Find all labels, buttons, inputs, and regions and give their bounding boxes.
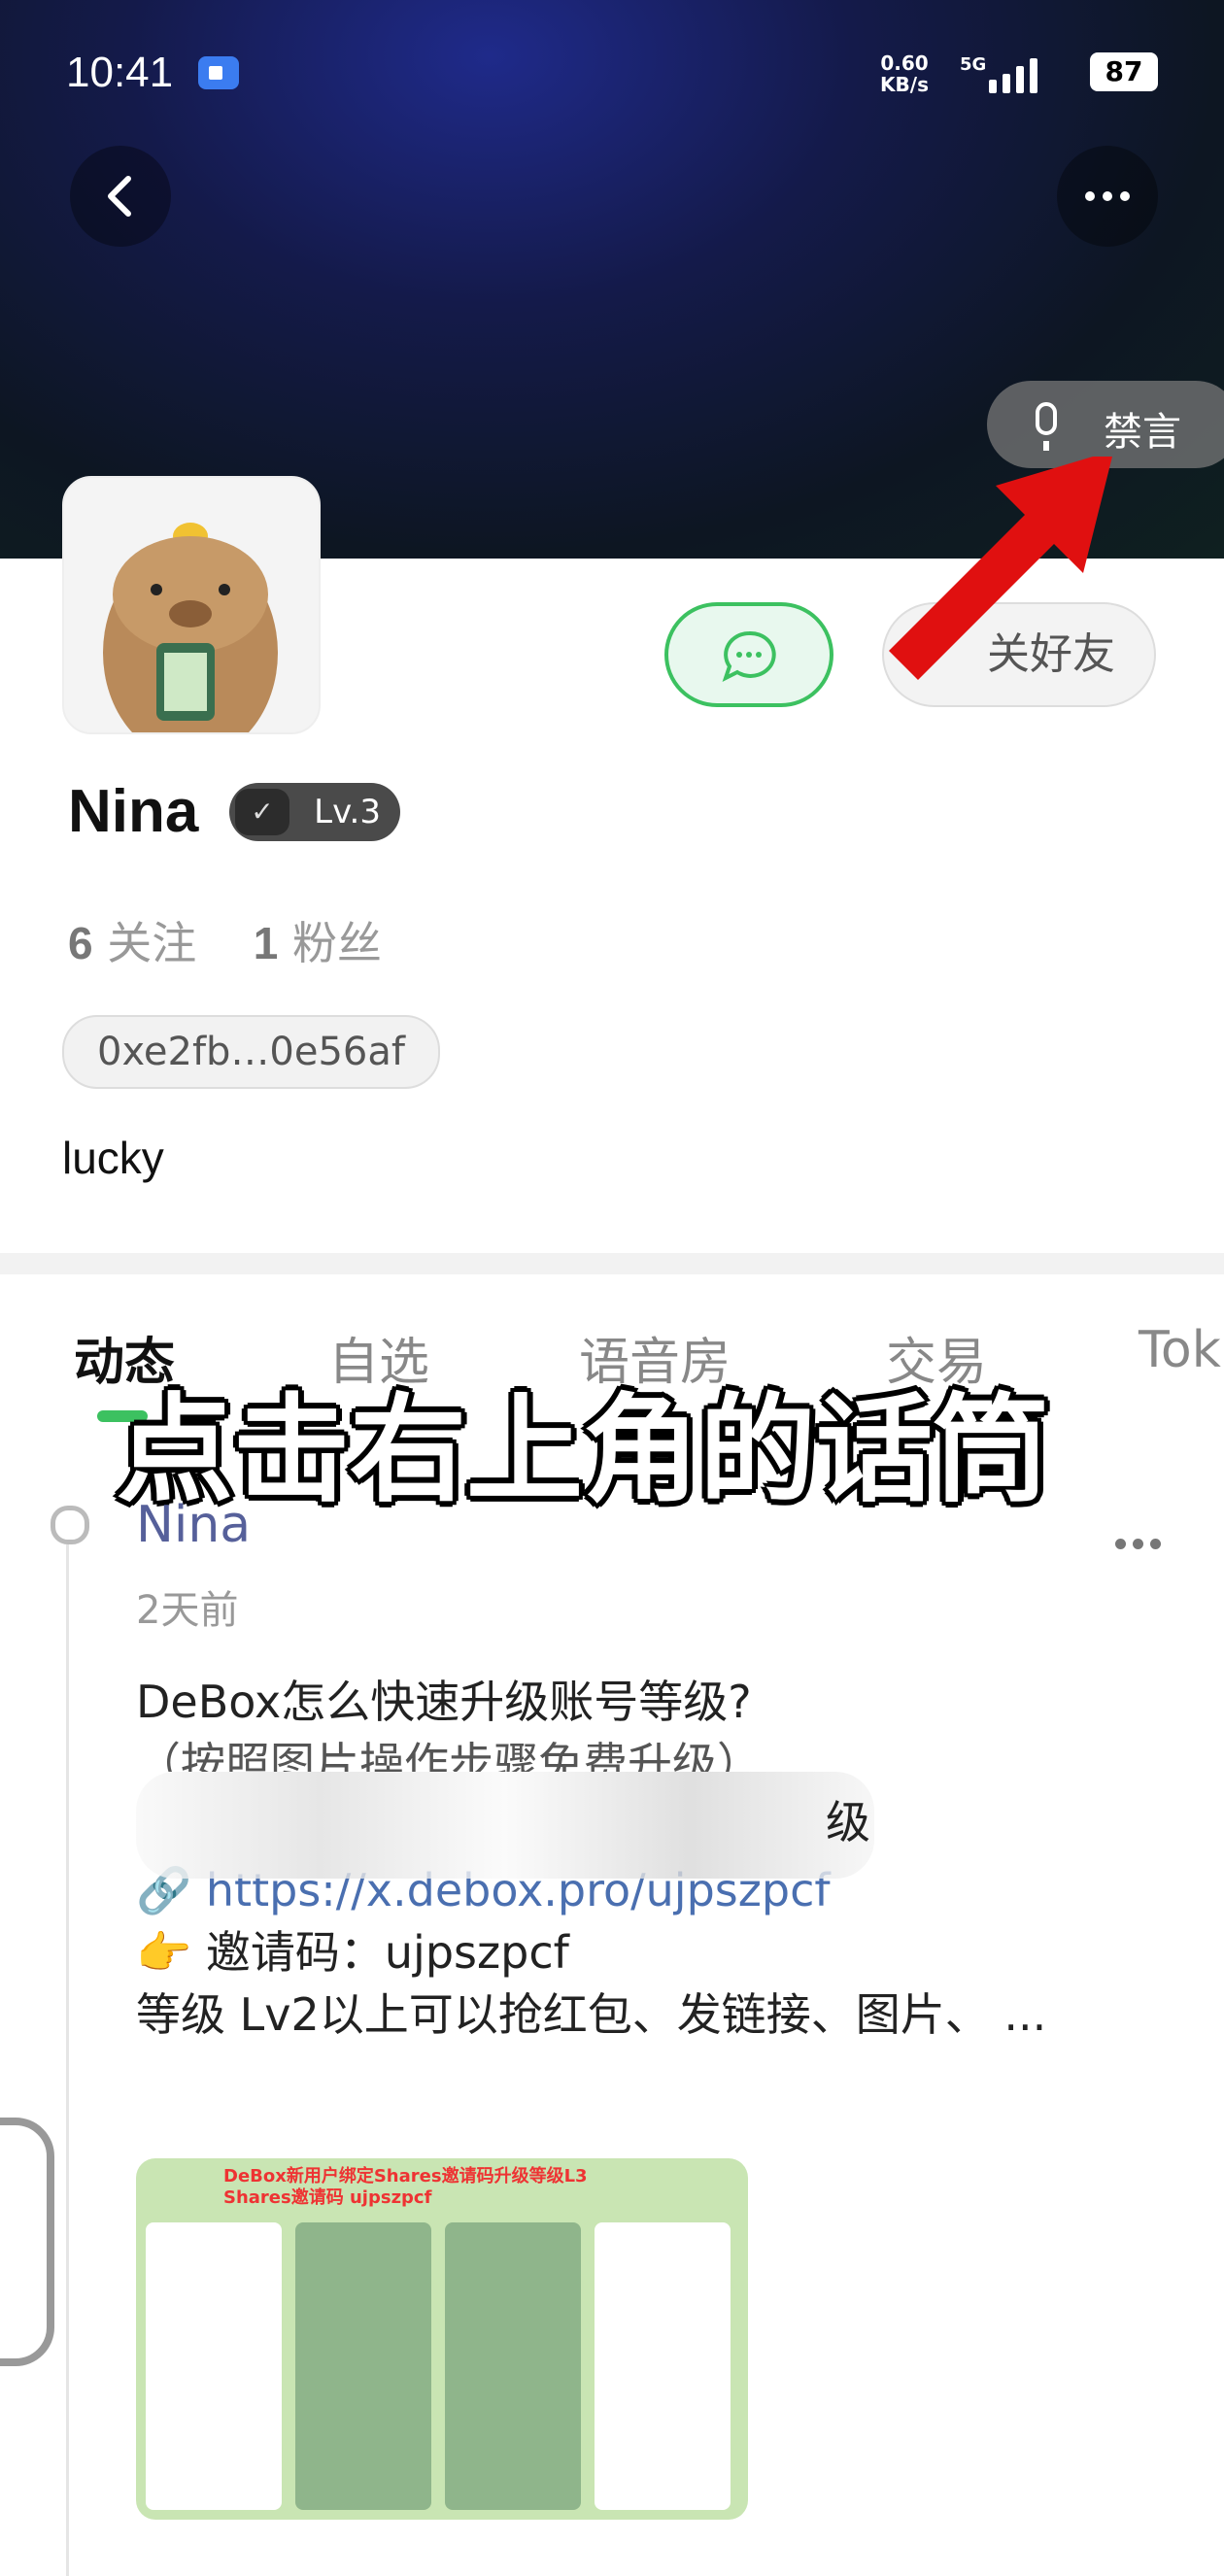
more-button[interactable] bbox=[1057, 146, 1158, 247]
video-camera-icon bbox=[198, 56, 239, 89]
image-phone-2 bbox=[295, 2222, 431, 2510]
profile-name: Nina bbox=[68, 778, 199, 845]
post-line-5: 等级 Lv2以上可以抢红包、发链接、图片、 ... bbox=[136, 1988, 1047, 2041]
blur-overlay bbox=[136, 1772, 874, 1879]
following-label[interactable]: 关注 bbox=[107, 917, 196, 969]
signal-icon: 5G bbox=[960, 54, 1041, 93]
wallet-address[interactable]: 0xe2fb…0e56af bbox=[62, 1015, 440, 1089]
avatar[interactable] bbox=[62, 476, 321, 734]
message-button[interactable] bbox=[664, 602, 833, 707]
image-phone-3 bbox=[445, 2222, 581, 2510]
decorative-swoosh bbox=[0, 2118, 54, 2366]
level-shield-icon: ✓ bbox=[235, 789, 289, 835]
follow-stats: 6 关注 1 粉丝 bbox=[68, 908, 382, 972]
point-icon: 👉 bbox=[136, 1926, 192, 1979]
battery-indicator: 87 bbox=[1090, 52, 1158, 91]
capybara-avatar-image bbox=[103, 523, 278, 732]
level-badge: ✓ Lv.3 bbox=[229, 783, 400, 841]
image-phone-4 bbox=[595, 2222, 731, 2510]
chat-icon bbox=[722, 630, 776, 682]
followers-count[interactable]: 1 bbox=[254, 918, 279, 968]
post-body[interactable]: DeBox怎么快速升级账号等级? （按照图片操作步骤免费升级） 级 🔗 http… bbox=[136, 1671, 1185, 2046]
network-speed: 0.60 KB/s bbox=[880, 51, 929, 96]
status-bar: 10:41 0.60 KB/s 5G 87 bbox=[66, 49, 1158, 107]
post-line-title: DeBox怎么快速升级账号等级? bbox=[136, 1676, 752, 1728]
post-invite-line: 👉 邀请码：ujpszpcf bbox=[136, 1926, 569, 1979]
following-count[interactable]: 6 bbox=[68, 918, 93, 968]
followers-label[interactable]: 粉丝 bbox=[292, 917, 382, 969]
network-type: 5G bbox=[960, 54, 987, 75]
image-title: DeBox新用户绑定Shares邀请码升级等级L3 Shares邀请码 ujps… bbox=[223, 2166, 588, 2208]
mute-button[interactable]: 禁言 bbox=[987, 381, 1224, 468]
post-time: 2天前 bbox=[136, 1588, 239, 1633]
timeline-dot bbox=[51, 1506, 89, 1544]
post-author[interactable]: Nina bbox=[136, 1496, 251, 1554]
profile-bio: lucky bbox=[62, 1133, 164, 1183]
mic-icon bbox=[1036, 402, 1057, 451]
back-icon bbox=[108, 176, 131, 217]
mute-label: 禁言 bbox=[1104, 410, 1181, 455]
post-line-subtitle: （按照图片操作步骤免费升级） bbox=[136, 1738, 762, 1772]
timeline-line bbox=[66, 1544, 69, 2576]
video-caption: 点击右上角的话筒 bbox=[117, 1383, 1049, 1518]
red-arrow-annotation bbox=[889, 457, 1112, 680]
back-button[interactable] bbox=[70, 146, 171, 247]
more-icon bbox=[1085, 191, 1130, 201]
status-time: 10:41 bbox=[66, 49, 174, 96]
post-image[interactable]: DeBox新用户绑定Shares邀请码升级等级L3 Shares邀请码 ujps… bbox=[136, 2158, 748, 2520]
image-phone-1 bbox=[146, 2222, 282, 2510]
post-more-button[interactable] bbox=[1115, 1535, 1168, 1553]
tab-token[interactable]: Tok bbox=[1139, 1321, 1221, 1379]
section-divider bbox=[0, 1253, 1224, 1274]
post-blurred-line: 级 bbox=[136, 1772, 1185, 1879]
